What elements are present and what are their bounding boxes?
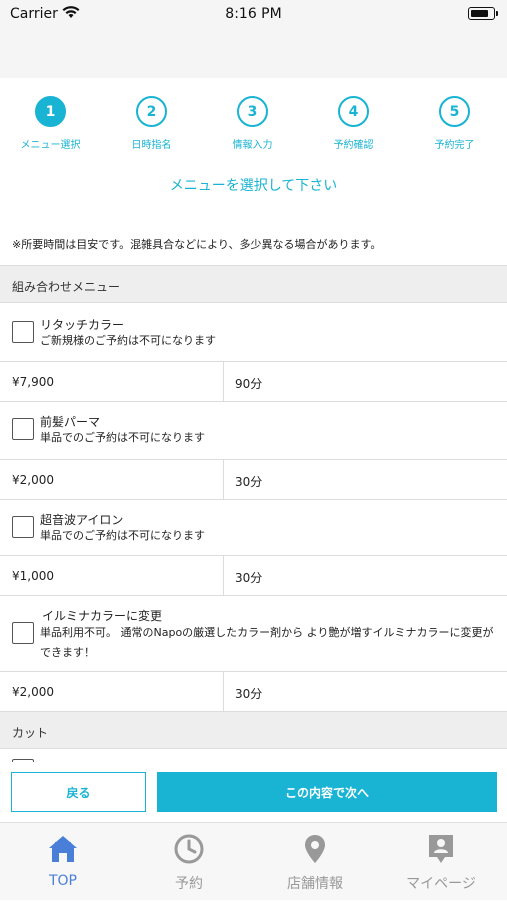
tab-mypage[interactable]: マイページ [378, 823, 504, 901]
step-indicator: 1 メニュー選択 2 日時指名 3 情報入力 4 予約確認 5 予約完了 [0, 96, 507, 156]
menu-item-price: ¥2,000 [12, 473, 54, 487]
step-4: 4 予約確認 [303, 96, 404, 151]
back-button[interactable]: 戻る [11, 772, 146, 812]
tab-top[interactable]: TOP [0, 823, 126, 901]
step-label: 予約完了 [434, 140, 475, 151]
menu-item[interactable]: リタッチカラー ご新規様のご予約は不可になります [0, 303, 507, 362]
price-row: ¥7,900 90分 [0, 362, 507, 402]
step-2: 2 日時指名 [101, 96, 202, 151]
action-bar: 戻る この内容で次へ [0, 762, 507, 822]
step-label: 日時指名 [131, 140, 172, 151]
step-number: 5 [439, 96, 470, 127]
step-number: 2 [136, 96, 167, 127]
tab-label: 店舗情報 [287, 876, 343, 892]
menu-item-checkbox[interactable] [12, 321, 34, 343]
menu-item-title: イルミナカラーに変更 [42, 609, 163, 623]
menu-item-price: ¥2,000 [12, 685, 54, 699]
map-pin-icon [305, 835, 325, 863]
step-number: 4 [338, 96, 369, 127]
step-number: 1 [35, 96, 66, 127]
menu-item[interactable]: イルミナカラーに変更 単品利用不可。 通常のNapoの厳選したカラー剤から より… [0, 596, 507, 672]
divider [223, 556, 224, 595]
divider [223, 460, 224, 499]
profile-icon [429, 835, 453, 863]
step-3: 3 情報入力 [202, 96, 303, 151]
tab-label: マイページ [406, 876, 476, 892]
menu-item-description: 単品利用不可。 通常のNapoの厳選したカラー剤から より艶が増すイルミナカラー… [40, 626, 494, 659]
menu-item-duration: 90分 [235, 377, 263, 391]
step-label: 情報入力 [232, 140, 273, 151]
step-label: 予約確認 [333, 140, 374, 151]
menu-item[interactable]: 前髪パーマ 単品でのご予約は不可になります [0, 402, 507, 460]
menu-item-duration: 30分 [235, 571, 263, 585]
price-row: ¥2,000 30分 [0, 460, 507, 500]
divider [223, 362, 224, 401]
navigation-header [0, 30, 507, 78]
menu-item-description: ご新規様のご予約は不可になります [40, 334, 216, 347]
price-row: ¥2,000 30分 [0, 672, 507, 712]
menu-item-checkbox[interactable] [12, 516, 34, 538]
time-estimate-note: ※所要時間は目安です。混雑具合などにより、多少異なる場合があります。 [12, 238, 382, 251]
step-5: 5 予約完了 [404, 96, 505, 151]
menu-item-checkbox[interactable] [12, 622, 34, 644]
menu-item[interactable]: 超音波アイロン 単品でのご予約は不可になります [0, 500, 507, 556]
menu-item-description: 単品でのご予約は不可になります [40, 529, 205, 542]
step-label: メニュー選択 [20, 140, 81, 151]
step-number: 3 [237, 96, 268, 127]
status-bar: Carrier 8:16 PM [0, 0, 507, 30]
menu-item-price: ¥7,900 [12, 375, 54, 389]
menu-item-checkbox[interactable] [12, 418, 34, 440]
step-1: 1 メニュー選択 [0, 96, 101, 151]
menu-item-description: 単品でのご予約は不可になります [40, 431, 205, 444]
clock-time: 8:16 PM [225, 6, 282, 22]
battery-icon [468, 7, 498, 20]
menu-item-duration: 30分 [235, 687, 263, 701]
next-button[interactable]: この内容で次へ [157, 772, 497, 812]
menu-item-price: ¥1,000 [12, 569, 54, 583]
section-header-combo: 組み合わせメニュー [0, 265, 507, 303]
tab-reservation[interactable]: 予約 [126, 823, 252, 901]
tab-label: TOP [48, 873, 77, 889]
tab-label: 予約 [175, 876, 203, 892]
clock-icon [174, 834, 204, 864]
tab-bar: TOP 予約 店舗情報 マイページ [0, 822, 507, 900]
home-icon [49, 836, 77, 862]
divider [223, 672, 224, 711]
menu-item-duration: 30分 [235, 475, 263, 489]
price-row: ¥1,000 30分 [0, 556, 507, 596]
section-header-cut: カット [0, 711, 507, 749]
tab-store-info[interactable]: 店舗情報 [252, 823, 378, 901]
instruction-text: メニューを選択して下さい [169, 178, 338, 194]
